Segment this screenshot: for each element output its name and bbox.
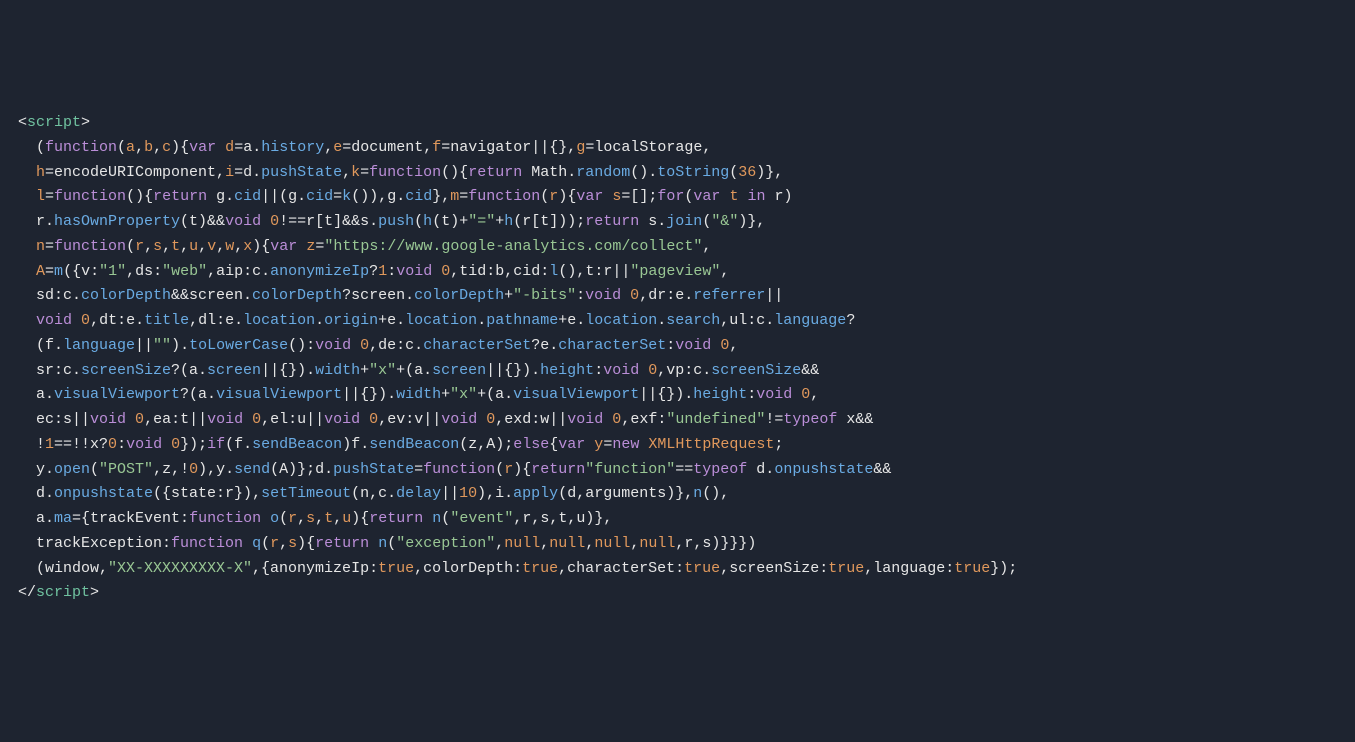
code-line: <script>	[18, 114, 90, 131]
code-line: trackException:function q(r,s){return n(…	[18, 535, 756, 552]
code-line: d.onpushstate({state:r}),setTimeout(n,c.…	[18, 485, 729, 502]
code-line: ec:s||void 0,ea:t||void 0,el:u||void 0,e…	[18, 411, 873, 428]
code-line: sr:c.screenSize?(a.screen||{}).width+"x"…	[18, 362, 819, 379]
code-line: A=m({v:"1",ds:"web",aip:c.anonymizeIp?1:…	[18, 263, 729, 280]
code-line: </script>	[18, 584, 99, 601]
code-line: n=function(r,s,t,u,v,w,x){var z="https:/…	[18, 238, 711, 255]
code-line: r.hasOwnProperty(t)&&void 0!==r[t]&&s.pu…	[18, 213, 765, 230]
code-line: sd:c.colorDepth&&screen.colorDepth?scree…	[18, 287, 783, 304]
code-line: a.visualViewport?(a.visualViewport||{}).…	[18, 386, 819, 403]
code-line: l=function(){return g.cid||(g.cid=k()),g…	[18, 188, 793, 205]
code-line: (f.language||"").toLowerCase():void 0,de…	[18, 337, 738, 354]
code-line: (window,"XX-XXXXXXXXX-X",{anonymizeIp:tr…	[18, 560, 1017, 577]
code-line: (function(a,b,c){var d=a.history,e=docum…	[18, 139, 711, 156]
code-line: void 0,dt:e.title,dl:e.location.origin+e…	[18, 312, 855, 329]
code-line: y.open("POST",z,!0),y.send(A)};d.pushSta…	[18, 461, 891, 478]
code-line: !1==!!x?0:void 0});if(f.sendBeacon)f.sen…	[18, 436, 783, 453]
code-line: h=encodeURIComponent,i=d.pushState,k=fun…	[18, 164, 783, 181]
code-block: <script> (function(a,b,c){var d=a.histor…	[18, 111, 1337, 606]
code-line: a.ma={trackEvent:function o(r,s,t,u){ret…	[18, 510, 612, 527]
